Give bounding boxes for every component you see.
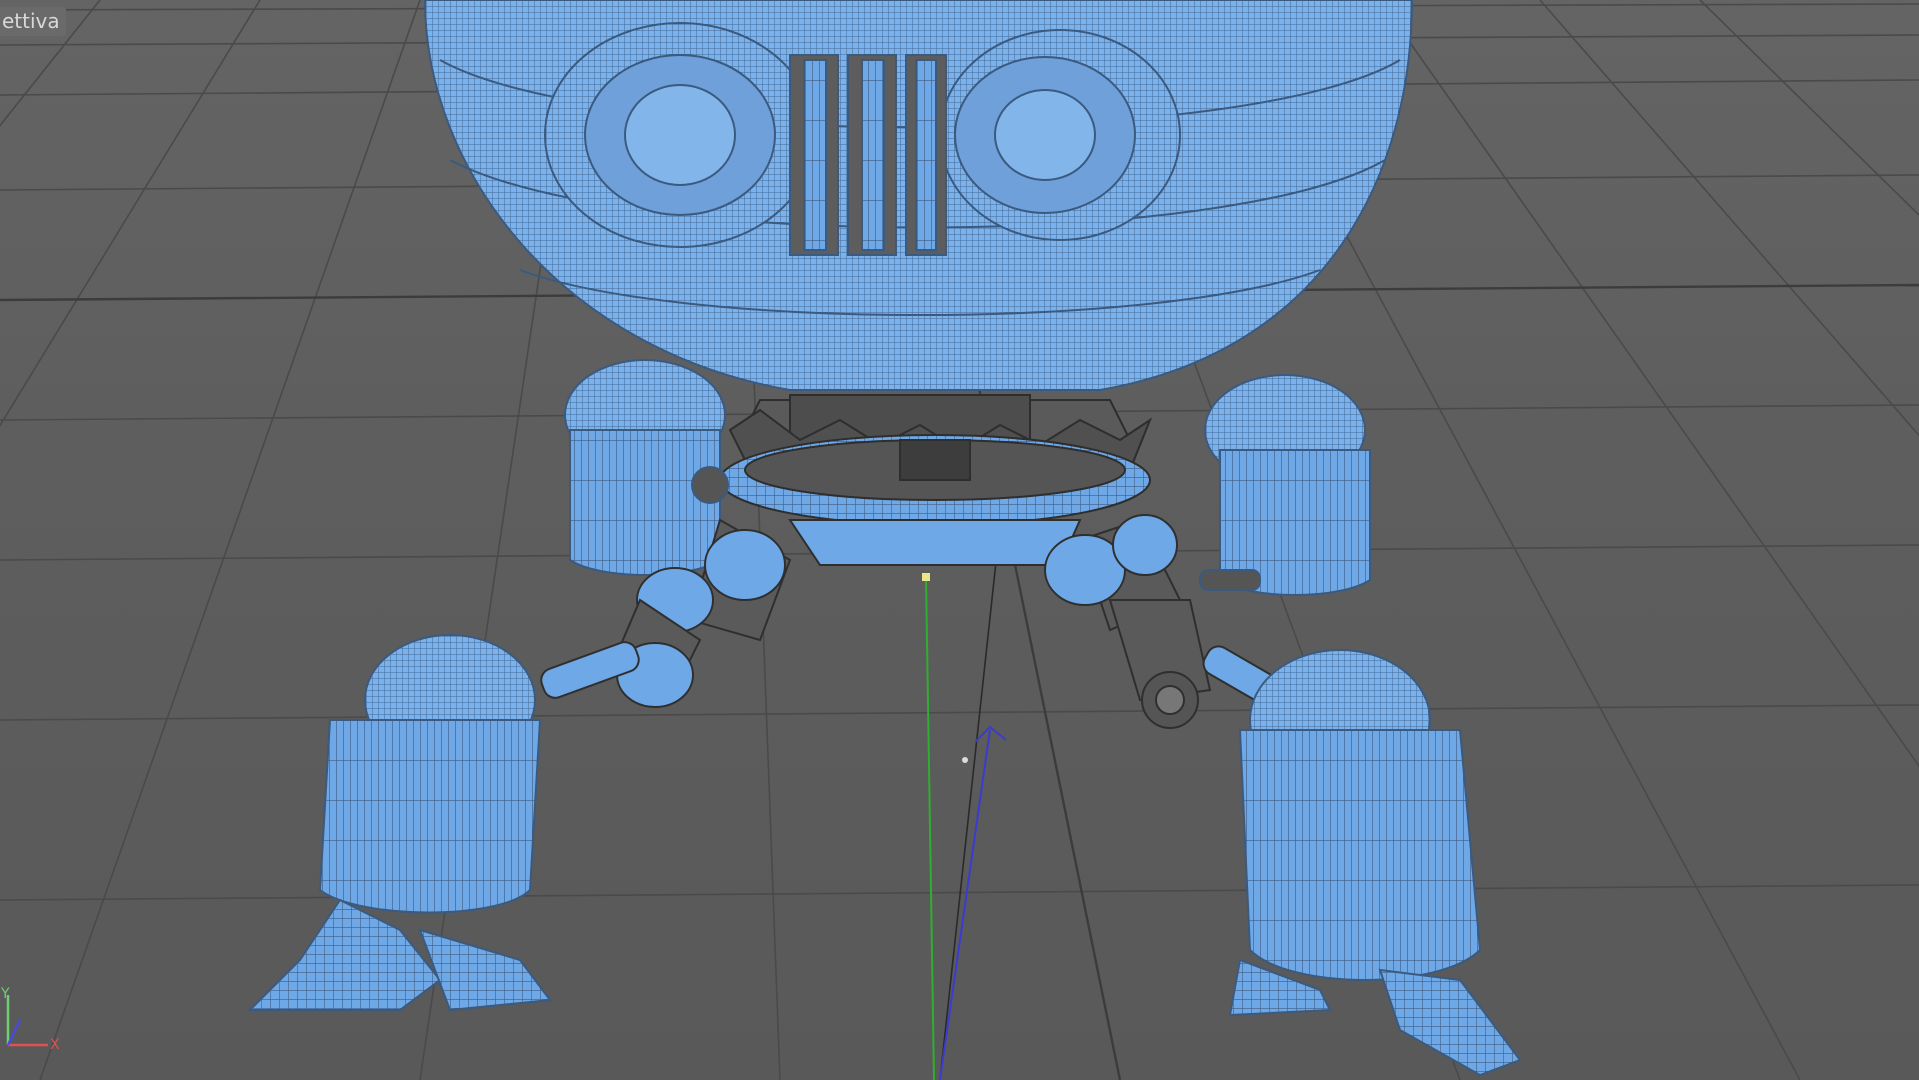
left-shoulder [564,359,729,576]
y-axis-label: Y [1,986,10,1002]
viewport-label[interactable]: ettiva [0,7,66,36]
axis-arrow [974,725,1007,743]
y-axis-line [925,577,935,1080]
x-axis-label: X [50,1037,60,1053]
right-shoulder [1199,374,1371,596]
pivot-point [962,757,968,763]
3d-viewport[interactable]: ettiva Y X [0,0,1919,1080]
robot-head [423,0,1414,391]
right-leg [1228,649,1522,1077]
z-axis-line [939,524,1001,1080]
camera-axis-line [939,729,991,1080]
axis-gizmo [6,995,48,1047]
left-leg [247,634,552,1012]
viewport-scene[interactable] [0,0,1919,1080]
origin-marker [922,573,930,581]
